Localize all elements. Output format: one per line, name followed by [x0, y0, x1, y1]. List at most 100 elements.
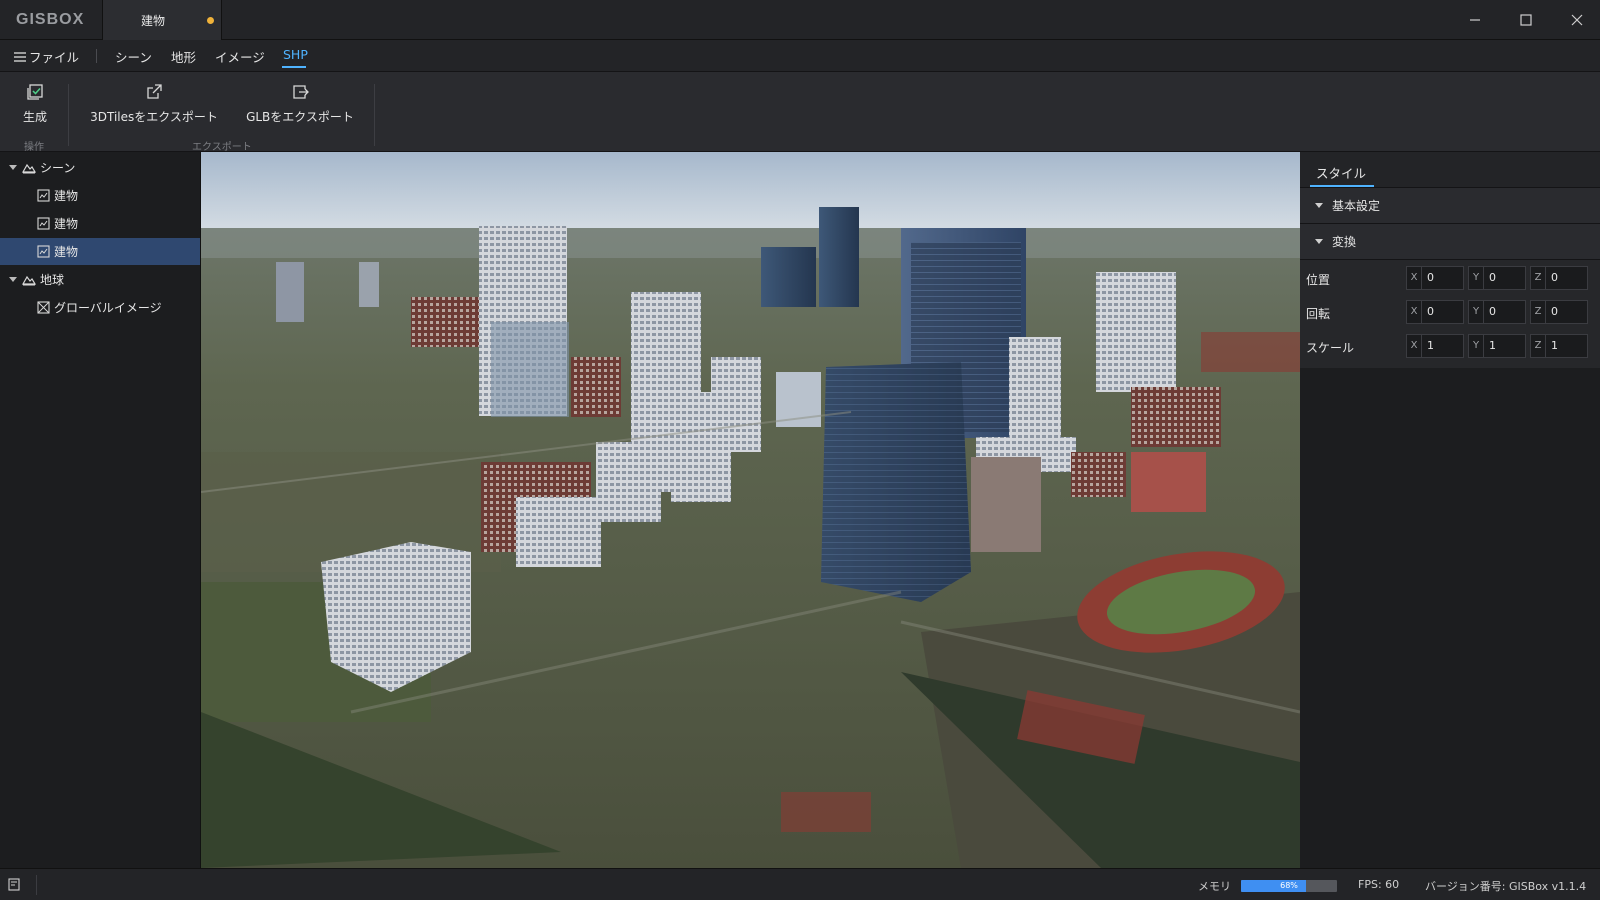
rotation-row: 回転 X0 Y0 Z0	[1300, 297, 1600, 327]
tree-label-building: 建物	[54, 189, 79, 203]
tree-label-building: 建物	[54, 245, 79, 259]
export-link-icon	[147, 84, 162, 99]
generate-icon	[27, 84, 43, 100]
rotation-z-input[interactable]: Z0	[1530, 300, 1588, 324]
unsaved-indicator	[207, 17, 214, 24]
gisbox-app: GISBOX 建物 ファイル シーン 地形 イメージ SHP 生成 操作 3DT…	[0, 0, 1600, 900]
axis-z-label: Z	[1531, 335, 1546, 357]
position-y-value: 0	[1489, 271, 1496, 284]
rotation-z-value: 0	[1551, 305, 1558, 318]
rotation-y-input[interactable]: Y0	[1468, 300, 1526, 324]
scale-x-input[interactable]: X1	[1406, 334, 1464, 358]
axis-y-label: Y	[1469, 301, 1484, 323]
axis-z-label: Z	[1531, 301, 1546, 323]
menu-imagery[interactable]: イメージ	[215, 47, 265, 66]
3d-viewport[interactable]	[201, 152, 1300, 868]
city-3d-render[interactable]	[201, 152, 1300, 868]
tree-node-building[interactable]: 建物	[0, 210, 200, 237]
active-menu-indicator	[282, 66, 306, 68]
caret-down-icon	[1314, 237, 1324, 247]
generate-button[interactable]: 生成	[14, 82, 56, 125]
position-x-input[interactable]: X0	[1406, 266, 1464, 290]
caret-down-icon[interactable]	[8, 163, 18, 173]
export-3dtiles-button[interactable]: 3DTilesをエクスポート	[88, 82, 220, 125]
menu-scene[interactable]: シーン	[115, 47, 152, 66]
fps-readout: FPS: 60	[1358, 878, 1400, 891]
tree-label-building: 建物	[54, 217, 79, 231]
properties-panel: スタイル 基本設定 変換 位置 X0 Y0 Z0 回転 X0 Y0 Z0 スケー…	[1300, 152, 1600, 868]
title-bar: GISBOX 建物	[0, 0, 1600, 40]
tree-label-scene: シーン	[40, 161, 76, 175]
position-z-input[interactable]: Z0	[1530, 266, 1588, 290]
scale-y-input[interactable]: Y1	[1468, 334, 1526, 358]
hamburger-icon	[14, 51, 26, 62]
globe-icon	[22, 273, 36, 287]
log-icon[interactable]	[8, 878, 21, 894]
menu-shp[interactable]: SHP	[283, 47, 308, 62]
minimize-button[interactable]	[1452, 0, 1498, 40]
section-transform[interactable]: 変換	[1300, 224, 1600, 260]
caret-down-icon[interactable]	[8, 275, 18, 285]
tree-node-global-imagery[interactable]: グローバルイメージ	[0, 294, 200, 321]
scale-row: スケール X1 Y1 Z1	[1300, 331, 1600, 361]
file-menu-label: ファイル	[29, 50, 80, 65]
layer-icon	[36, 217, 50, 231]
rotation-label: 回転	[1306, 307, 1331, 321]
scale-z-input[interactable]: Z1	[1530, 334, 1588, 358]
close-icon	[1571, 14, 1583, 26]
position-y-input[interactable]: Y0	[1468, 266, 1526, 290]
generate-label: 生成	[22, 110, 47, 124]
maximize-icon	[1520, 14, 1532, 26]
export-3dtiles-label: 3DTilesをエクスポート	[90, 110, 218, 124]
memory-percent: 68%	[1280, 881, 1298, 890]
memory-label: メモリ	[1198, 880, 1231, 893]
layer-icon	[36, 245, 50, 259]
status-separator	[36, 875, 37, 895]
export-glb-label: GLBをエクスポート	[246, 110, 354, 124]
tree-label-globe: 地球	[40, 273, 65, 287]
menu-terrain[interactable]: 地形	[171, 47, 196, 66]
transform-properties: 位置 X0 Y0 Z0 回転 X0 Y0 Z0 スケール X1 Y1 Z1	[1300, 260, 1600, 368]
tree-label-global-imagery: グローバルイメージ	[54, 301, 162, 315]
menu-bar: ファイル シーン 地形 イメージ SHP	[0, 40, 1600, 72]
axis-y-label: Y	[1469, 335, 1484, 357]
maximize-button[interactable]	[1503, 0, 1549, 40]
ribbon-separator	[374, 84, 375, 146]
export-glb-button[interactable]: GLBをエクスポート	[244, 82, 356, 125]
rotation-x-input[interactable]: X0	[1406, 300, 1464, 324]
section-basic-settings[interactable]: 基本設定	[1300, 188, 1600, 224]
panel-tabs: スタイル	[1300, 152, 1600, 188]
close-button[interactable]	[1554, 0, 1600, 40]
menu-separator	[96, 49, 97, 63]
rotation-x-value: 0	[1427, 305, 1434, 318]
section-basic-label: 基本設定	[1332, 199, 1381, 213]
position-row: 位置 X0 Y0 Z0	[1300, 263, 1600, 293]
ribbon-toolbar: 生成 操作 3DTilesをエクスポート GLBをエクスポート エクスポート	[0, 72, 1600, 153]
section-transform-label: 変換	[1332, 235, 1357, 249]
position-z-value: 0	[1551, 271, 1558, 284]
tree-node-building-selected[interactable]: 建物	[0, 238, 200, 265]
tree-node-building[interactable]: 建物	[0, 182, 200, 209]
imagery-icon	[36, 301, 50, 315]
memory-progress-bar: 68%	[1241, 880, 1337, 892]
tree-node-scene[interactable]: シーン	[0, 154, 200, 181]
export-file-icon	[293, 85, 309, 99]
scale-x-value: 1	[1427, 339, 1434, 352]
ribbon-separator	[68, 84, 69, 146]
tab-style[interactable]: スタイル	[1316, 163, 1366, 182]
tree-node-globe[interactable]: 地球	[0, 266, 200, 293]
scale-z-value: 1	[1551, 339, 1558, 352]
caret-down-icon	[1314, 201, 1324, 211]
file-menu[interactable]: ファイル	[14, 47, 79, 66]
rotation-y-value: 0	[1489, 305, 1496, 318]
axis-x-label: X	[1407, 267, 1422, 289]
document-tab-label: 建物	[141, 14, 166, 28]
scene-icon	[22, 161, 36, 175]
axis-x-label: X	[1407, 335, 1422, 357]
document-tab[interactable]: 建物	[102, 0, 222, 40]
app-logo: GISBOX	[16, 11, 85, 28]
position-x-value: 0	[1427, 271, 1434, 284]
export-group-label: エクスポート	[192, 142, 252, 153]
status-bar: メモリ 68% FPS: 60 バージョン番号: GISBox v1.1.4	[0, 868, 1600, 900]
operation-group-label: 操作	[24, 142, 44, 153]
